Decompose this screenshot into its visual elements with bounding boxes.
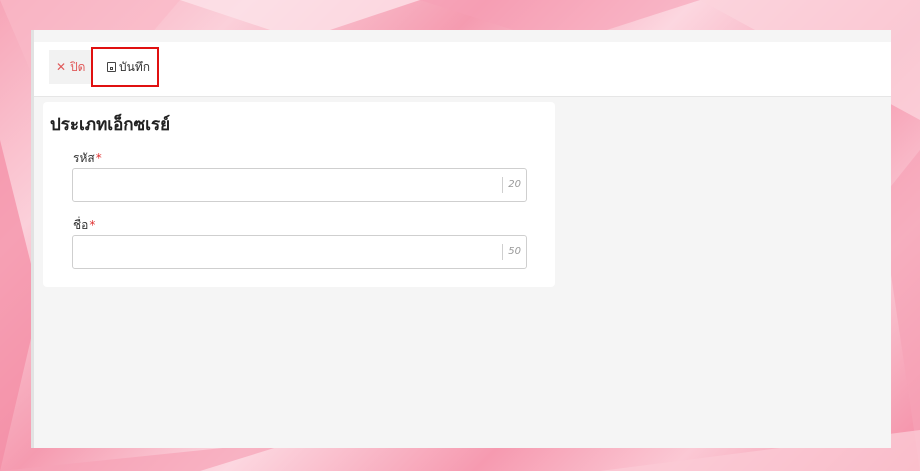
dialog-window: ✕ ปิด บันทึก ประเภทเอ็กซเรย์ รหัส* 20 ชื… (31, 30, 891, 448)
name-field: 50 (72, 235, 527, 269)
code-max-length: 20 (502, 177, 521, 193)
code-field: 20 (72, 168, 527, 202)
save-button-highlight (91, 47, 159, 87)
close-button-label: ปิด (70, 59, 86, 74)
name-field-label: ชื่อ* (73, 216, 95, 235)
code-label-text: รหัส (73, 151, 95, 165)
required-mark: * (89, 218, 96, 232)
code-input[interactable] (79, 174, 503, 198)
close-icon: ✕ (56, 60, 67, 74)
form-card: ประเภทเอ็กซเรย์ รหัส* 20 ชื่อ* 50 (43, 102, 555, 287)
form-title: ประเภทเอ็กซเรย์ (50, 115, 171, 135)
toolbar: ✕ ปิด บันทึก (34, 42, 891, 97)
required-mark: * (95, 151, 102, 165)
name-input[interactable] (79, 241, 503, 265)
code-field-label: รหัส* (73, 149, 102, 168)
close-button[interactable]: ✕ ปิด (49, 50, 93, 84)
name-max-length: 50 (502, 244, 521, 260)
name-label-text: ชื่อ (73, 218, 89, 232)
